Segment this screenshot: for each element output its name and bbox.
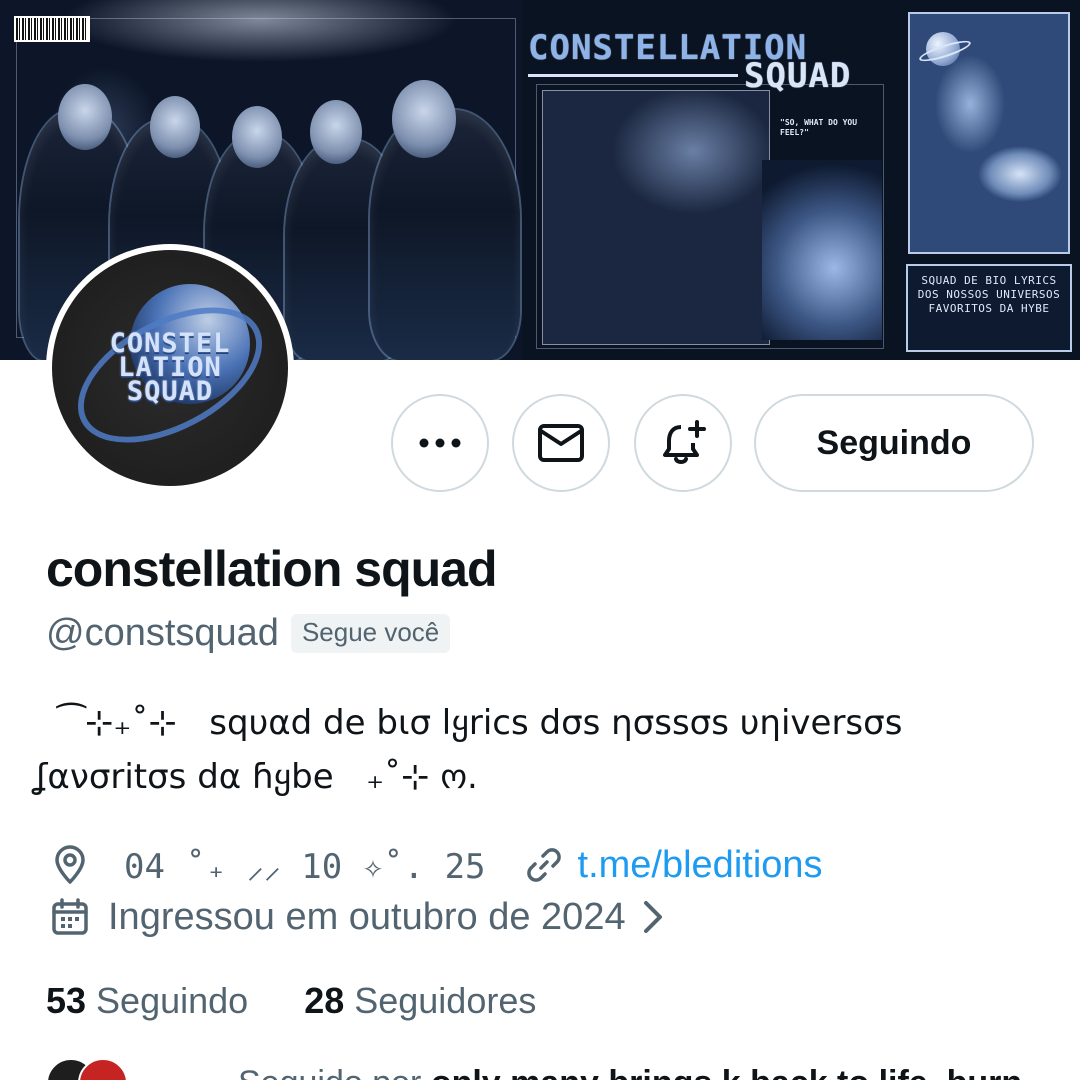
handle-row: @constsquad Segue você [46, 612, 451, 655]
profile-page: CONSTELLATION SQUAD "SO, WHAT DO YOU FEE… [0, 0, 1080, 1080]
message-button[interactable] [512, 394, 610, 492]
joined-date: Ingressou em outubro de 2024 [108, 895, 626, 938]
followers-count: 28 [304, 980, 345, 1021]
followed-by-text: Seguido por only many brings k back to l… [238, 1064, 1022, 1080]
face [150, 96, 200, 158]
location-pin-icon [55, 845, 85, 884]
banner-caption: "SO, WHAT DO YOU FEEL?" [780, 118, 858, 138]
planet-icon [926, 32, 960, 66]
avatar-logo-text: CONSTEL LATION SQUAD [52, 330, 288, 407]
banner-note-card: SQUAD DE BIO LYRICS DOS NOSSOS UNIVERSOS… [906, 264, 1072, 352]
profile-avatar[interactable]: CONSTEL LATION SQUAD [46, 244, 294, 492]
profile-meta-joined[interactable]: Ingressou em outubro de 2024 [50, 892, 666, 942]
barcode-graphic [14, 16, 90, 42]
follows-you-badge: Segue você [290, 614, 451, 653]
notifications-button[interactable] [634, 394, 732, 492]
link-icon [526, 848, 561, 882]
banner-title-rule [528, 74, 738, 77]
followers-count-link[interactable]: 28 Seguidores [304, 980, 536, 1022]
banner-flower-graphic [762, 160, 882, 340]
banner-title-panel: CONSTELLATION SQUAD "SO, WHAT DO YOU FEE… [522, 0, 900, 360]
profile-bio: ⁀⊹₊˚⊹ sqυαd de bισ lყrics dσs ησssσs υηi… [36, 696, 1036, 804]
avatar-logo-line: SQUAD [126, 376, 214, 407]
chevron-right-icon [643, 901, 662, 933]
following-button[interactable]: Seguindo [754, 394, 1034, 492]
username-handle: @constsquad [46, 612, 279, 654]
followers-label: Seguidores [354, 980, 537, 1021]
banner-map-card [908, 12, 1070, 254]
face [58, 84, 112, 150]
following-count: 53 [46, 980, 87, 1021]
following-count-link[interactable]: 53 Seguindo [46, 980, 248, 1022]
followed-by-prefix: Seguido por [238, 1064, 431, 1080]
avatar [78, 1058, 128, 1080]
envelope-icon [538, 424, 584, 462]
followed-by-names: only many brings k back to life, burn [431, 1064, 1022, 1080]
bell-plus-icon [663, 420, 706, 464]
calendar-icon [52, 898, 88, 935]
location-text: 04 ˚₊ ⸝⸝ 10 ✧˚. 25 [124, 847, 486, 887]
face [232, 106, 282, 168]
display-name: constellation squad [46, 541, 498, 597]
profile-link[interactable]: t.me/bleditions [524, 844, 823, 887]
profile-link-text[interactable]: t.me/bleditions [578, 844, 823, 887]
face [310, 100, 362, 164]
face [392, 80, 456, 158]
avatar-logo: CONSTEL LATION SQUAD [52, 250, 288, 486]
bio-line: ⁀⊹₊˚⊹ sqυαd de bισ lყrics dσs ησssσs υηi… [36, 703, 903, 743]
banner-mountain-photo [542, 90, 770, 345]
profile-meta-location-link: 04 ˚₊ ⸝⸝ 10 ✧˚. 25 t.me/bleditions [50, 840, 823, 890]
more-icon [419, 438, 461, 448]
bio-line: ʆανσritσs dα ɦყbe ₊˚⊹ ო. [36, 757, 478, 797]
follow-stats: 53 Seguindo 28 Seguidores [46, 980, 592, 1022]
banner-note-text: SQUAD DE BIO LYRICS DOS NOSSOS UNIVERSOS… [917, 274, 1061, 315]
banner-side-panel: SQUAD DE BIO LYRICS DOS NOSSOS UNIVERSOS… [900, 0, 1080, 360]
more-options-button[interactable] [391, 394, 489, 492]
following-label: Seguindo [96, 980, 249, 1021]
followed-by-row[interactable]: Seguido por only many brings k back to l… [46, 1058, 1022, 1080]
